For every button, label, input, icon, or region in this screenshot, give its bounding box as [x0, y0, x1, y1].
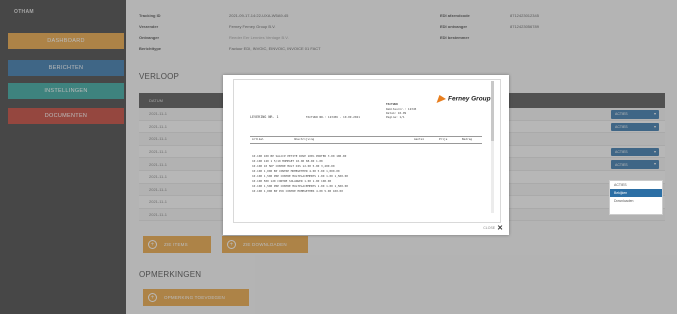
doc-title: FACTUUR	[386, 102, 398, 106]
close-button[interactable]: CLOSE ✕	[483, 224, 503, 232]
close-label: CLOSE	[483, 226, 496, 230]
doc-line: 10.100 120 1 5/10 MOMEGET 10.00 88.00 1.…	[252, 159, 323, 163]
logo-mark-icon	[436, 95, 448, 103]
menu-item-downloaden[interactable]: Downloaden	[610, 197, 662, 205]
doc-line: 10.100 100 BP SALCCP PETITE ROSE 100% PO…	[252, 154, 347, 158]
doc-line: 10.100 10 5DF CONTRE MULT DIS 12.00 5.00…	[252, 164, 335, 168]
doc-delivery-no: LEVERING NR. 1	[250, 115, 279, 119]
company-logo: Ferney Group	[436, 95, 491, 103]
logo-text: Ferney Group	[448, 95, 491, 103]
document-scrollbar[interactable]	[491, 81, 494, 213]
doc-col-artikel: Artikel	[252, 137, 264, 141]
close-icon: ✕	[497, 225, 503, 232]
acties-menu-title: ACTIES	[614, 183, 627, 187]
document-preview: Ferney Group LEVERING NR. 1 FACTUUR NR.:…	[233, 79, 501, 223]
doc-col-bedrag: Bedrag	[462, 137, 473, 141]
doc-meta-3: Pagina: 1/1	[386, 115, 405, 119]
document-preview-modal: Ferney Group LEVERING NR. 1 FACTUUR NR.:…	[223, 75, 509, 235]
doc-line: 10.100 1,500 PRP CONTRE MULTPLACEMENTS 1…	[252, 184, 348, 188]
menu-item-bekijken[interactable]: Bekijken	[610, 189, 662, 197]
doc-invoice-no: FACTUUR NR.: 123456 - 10-09-2021	[306, 115, 360, 119]
divider	[250, 143, 482, 144]
doc-line: 10.100 1,500 PRP CONTRE MULTPLACEMENTS 1…	[252, 174, 348, 178]
divider	[250, 136, 482, 137]
doc-col-prijs: Prijs	[439, 137, 448, 141]
doc-line: 10.100 1,000 BP CONTRE MOMEGETHER 4.00 5…	[252, 169, 340, 173]
doc-col-aantal: Aantal	[414, 137, 425, 141]
doc-line: 10.100 1,000 BP PCK CONTRE MOMEGETHER 4.…	[252, 189, 343, 193]
acties-menu: ACTIES Bekijken Downloaden	[609, 180, 663, 215]
scrollbar-thumb[interactable]	[491, 81, 494, 141]
doc-col-omschrijving: Omschrijving	[294, 137, 315, 141]
doc-line: 10.100 500 120 CONTRE SOLANGER 1.00 1.00…	[252, 179, 332, 183]
